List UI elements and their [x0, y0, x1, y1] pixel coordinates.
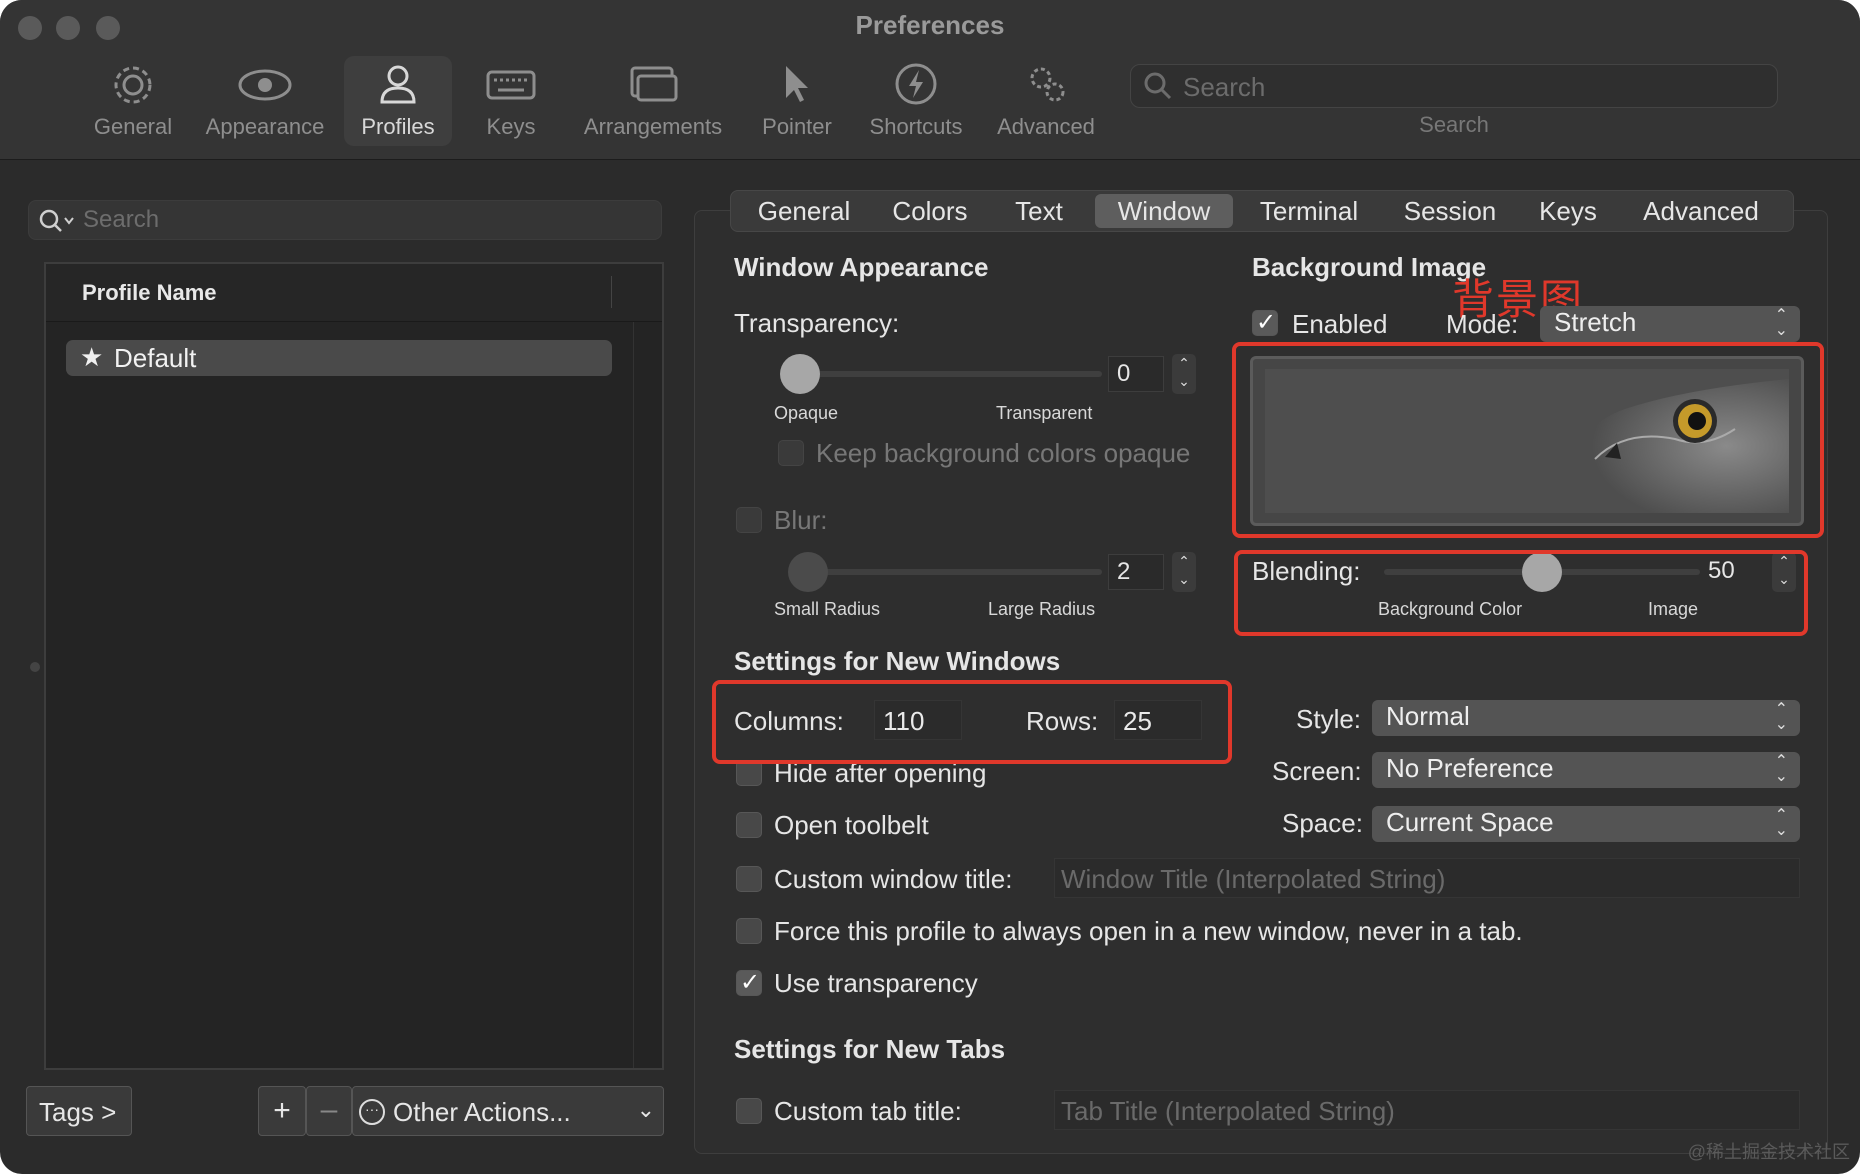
window-title-input[interactable]: Window Title (Interpolated String) [1054, 858, 1800, 898]
blur-slider-knob[interactable] [788, 552, 828, 592]
blur-stepper[interactable]: ⌃ ⌄ [1172, 552, 1196, 592]
other-actions-button[interactable]: ··· Other Actions... ⌄ [352, 1086, 664, 1136]
search-icon [1143, 71, 1173, 106]
person-icon [344, 56, 452, 110]
transparency-stepper[interactable]: ⌃ ⌄ [1172, 354, 1196, 394]
use-transparency-checkbox[interactable] [736, 968, 762, 997]
space-select[interactable]: Current Space ⌃ ⌄ [1372, 806, 1800, 842]
ellipsis-icon: ··· [359, 1099, 385, 1125]
background-image-heading: Background Image [1252, 252, 1487, 282]
use-transparency-label: Use transparency [774, 968, 978, 998]
enabled-checkbox[interactable] [1252, 308, 1278, 337]
list-divider [633, 322, 634, 1068]
mode-select[interactable]: Stretch ⌃ ⌄ [1540, 306, 1800, 342]
gear-icon [88, 56, 178, 110]
toolbar-general[interactable]: General [88, 56, 178, 146]
custom-window-title-checkbox[interactable] [736, 866, 762, 892]
custom-tab-title-label: Custom tab title: [774, 1096, 962, 1126]
tab-text[interactable]: Text [991, 194, 1087, 228]
toolbar-profiles[interactable]: Profiles [344, 56, 452, 146]
chevron-updown-icon: ⌃ ⌄ [1774, 807, 1788, 839]
tags-button[interactable]: Tags > [26, 1086, 132, 1136]
toolbar-advanced[interactable]: Advanced [990, 56, 1102, 146]
transparency-slider-knob[interactable] [780, 354, 820, 394]
gears-icon [990, 56, 1102, 110]
toolbar-pointer[interactable]: Pointer [752, 56, 842, 146]
large-radius-label: Large Radius [988, 599, 1096, 619]
blur-checkbox[interactable] [736, 507, 762, 533]
screen-select[interactable]: No Preference ⌃ ⌄ [1372, 752, 1800, 788]
keep-opaque-checkbox[interactable] [778, 440, 804, 466]
opaque-label: Opaque [774, 403, 839, 423]
toolbar-search-label: Search [1419, 112, 1489, 137]
tab-terminal[interactable]: Terminal [1239, 194, 1379, 228]
chevron-updown-icon: ⌃ ⌄ [1774, 307, 1788, 339]
bolt-icon [860, 56, 972, 110]
search-icon [37, 206, 77, 241]
tab-session[interactable]: Session [1385, 194, 1515, 228]
style-select[interactable]: Normal ⌃ ⌄ [1372, 700, 1800, 736]
toolbar-shortcuts[interactable]: Shortcuts [860, 56, 972, 146]
open-toolbelt-checkbox[interactable] [736, 812, 762, 838]
tab-advanced[interactable]: Advanced [1621, 194, 1781, 228]
toolbar-arrangements[interactable]: Arrangements [574, 56, 732, 146]
chevron-down-icon: ⌄ [636, 1097, 655, 1122]
transparency-value[interactable]: 0 [1108, 356, 1164, 392]
windows-icon [574, 56, 732, 110]
annotation-box-size [712, 680, 1232, 764]
star-icon: ★ [80, 342, 104, 372]
tab-colors[interactable]: Colors [875, 194, 985, 228]
transparency-slider-track[interactable] [790, 371, 1102, 377]
keyboard-icon [466, 56, 556, 110]
profile-row-default[interactable]: ★ Default [66, 340, 612, 376]
space-label: Space: [1282, 808, 1363, 838]
new-windows-heading: Settings for New Windows [734, 646, 1061, 676]
custom-tab-title-checkbox[interactable] [736, 1098, 762, 1124]
profile-list: Profile Name ★ Default [44, 262, 664, 1070]
tab-general[interactable]: General [739, 194, 869, 228]
column-separator [611, 276, 612, 308]
small-radius-label: Small Radius [774, 599, 881, 619]
screen-label: Screen: [1272, 756, 1362, 786]
open-toolbelt-label: Open toolbelt [774, 810, 929, 840]
tab-title-input[interactable]: Tab Title (Interpolated String) [1054, 1090, 1800, 1130]
toolbar: Preferences General Appearance Profiles … [0, 0, 1860, 160]
force-new-window-label: Force this profile to always open in a n… [774, 916, 1523, 946]
toolbar-search-input[interactable]: Search [1130, 64, 1778, 108]
chevron-updown-icon: ⌃ ⌄ [1774, 701, 1788, 733]
add-profile-button[interactable]: + [258, 1086, 306, 1136]
toolbar-keys[interactable]: Keys [466, 56, 556, 146]
resize-handle[interactable] [30, 662, 40, 672]
chevron-updown-icon: ⌃ ⌄ [1774, 753, 1788, 785]
window-title: Preferences [855, 10, 1005, 40]
style-label: Style: [1296, 704, 1362, 734]
transparent-label: Transparent [996, 403, 1093, 423]
new-tabs-heading: Settings for New Tabs [734, 1034, 1006, 1064]
custom-window-title-label: Custom window title: [774, 864, 1013, 894]
transparency-label: Transparency: [734, 308, 900, 338]
mode-label: Mode: [1446, 309, 1519, 339]
annotation-box-blending [1234, 550, 1808, 636]
tab-keys[interactable]: Keys [1523, 194, 1613, 228]
profile-list-header[interactable]: Profile Name [46, 264, 662, 322]
profile-search-input[interactable]: Search [28, 200, 662, 240]
eye-icon [200, 56, 330, 110]
keep-opaque-label: Keep background colors opaque [816, 438, 1191, 468]
toolbar-appearance[interactable]: Appearance [200, 56, 330, 146]
window-appearance-heading: Window Appearance [734, 252, 989, 282]
blur-label: Blur: [774, 505, 828, 535]
tab-window[interactable]: Window [1095, 194, 1233, 228]
watermark: @稀土掘金技术社区 [1687, 1142, 1850, 1162]
pointer-icon [752, 56, 842, 110]
blur-value[interactable]: 2 [1108, 554, 1164, 590]
blur-slider-track[interactable] [790, 569, 1102, 575]
annotation-box-preview [1232, 342, 1824, 538]
preferences-window: Preferences General Appearance Profiles … [0, 0, 1860, 1174]
remove-profile-button[interactable]: – [306, 1086, 352, 1136]
force-new-window-checkbox[interactable] [736, 918, 762, 944]
enabled-label: Enabled [1292, 309, 1388, 339]
profile-tabs: General Colors Text Window Terminal Sess… [730, 190, 1794, 232]
